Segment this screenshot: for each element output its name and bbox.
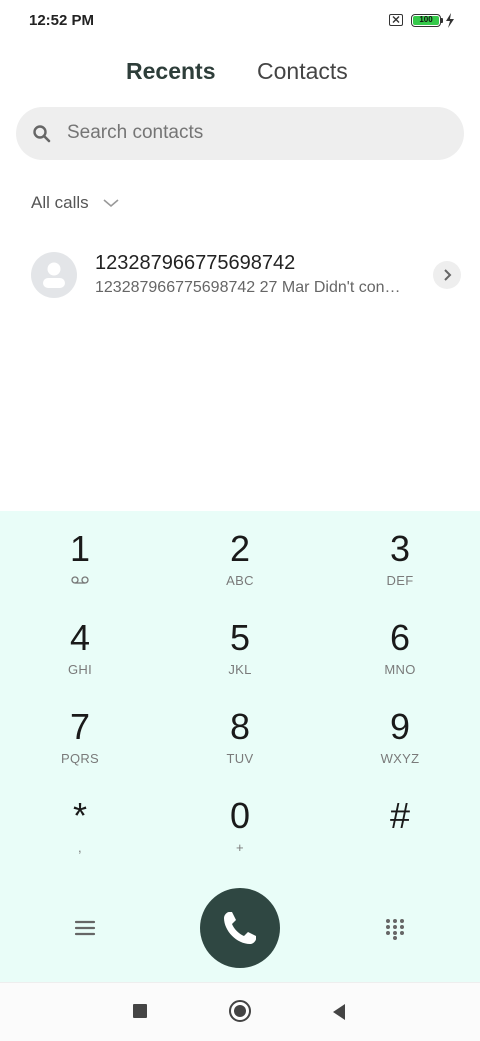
key-digit: 7 (69, 706, 91, 747)
key-digit: 2 (229, 528, 251, 569)
key-letters: , (78, 840, 82, 855)
nav-recent-apps-icon[interactable] (133, 1004, 147, 1018)
tab-contacts[interactable]: Contacts (257, 58, 348, 85)
key-0[interactable]: 0 + (160, 778, 320, 867)
key-letters: WXYZ (380, 751, 420, 766)
recent-call-name[interactable]: 123287966775698742 (95, 252, 295, 275)
tab-recents[interactable]: Recents (126, 58, 215, 85)
key-digit: # (389, 795, 411, 836)
battery-tip (441, 18, 443, 23)
key-hash[interactable]: # (320, 778, 480, 867)
key-letters: DEF (386, 573, 414, 588)
key-letters: MNO (384, 662, 416, 677)
call-details-button[interactable] (433, 261, 461, 289)
menu-icon[interactable] (74, 918, 96, 943)
dialpad-grid-icon[interactable] (385, 918, 405, 945)
chevron-down-icon[interactable] (102, 196, 120, 214)
key-letters: JKL (228, 662, 252, 677)
call-button[interactable] (200, 888, 280, 968)
charging-bolt-icon (445, 13, 455, 33)
key-7[interactable]: 7 PQRS (0, 689, 160, 778)
key-digit: 1 (69, 528, 91, 569)
key-letters: GHI (67, 662, 92, 677)
key-digit: 8 (229, 706, 251, 747)
key-9[interactable]: 9 WXYZ (320, 689, 480, 778)
call-filter-dropdown[interactable]: All calls (31, 193, 89, 213)
search-input[interactable] (67, 122, 427, 144)
status-time: 12:52 PM (29, 12, 95, 29)
avatar (31, 252, 77, 298)
key-5[interactable]: 5 JKL (160, 600, 320, 689)
chevron-right-icon (444, 269, 452, 281)
key-letters: PQRS (60, 751, 100, 766)
key-3[interactable]: 3 DEF (320, 511, 480, 600)
phone-icon (224, 912, 256, 944)
key-letters: TUV (226, 751, 254, 766)
key-star[interactable]: * , (0, 778, 160, 867)
key-digit: * (72, 795, 87, 836)
key-1[interactable]: 1 (0, 511, 160, 600)
key-digit: 5 (229, 617, 251, 658)
battery-icon: 100 (411, 14, 441, 27)
battery-level: 100 (413, 16, 439, 25)
key-8[interactable]: 8 TUV (160, 689, 320, 778)
sim-off-icon (389, 14, 403, 26)
key-letters: + (236, 840, 244, 855)
search-icon (32, 124, 52, 149)
voicemail-icon (0, 573, 160, 589)
key-digit: 9 (389, 706, 411, 747)
key-2[interactable]: 2 ABC (160, 511, 320, 600)
nav-back-icon[interactable] (331, 1003, 347, 1026)
key-digit: 0 (229, 795, 251, 836)
key-digit: 6 (389, 617, 411, 658)
key-digit: 3 (389, 528, 411, 569)
key-6[interactable]: 6 MNO (320, 600, 480, 689)
key-digit: 4 (69, 617, 91, 658)
nav-home-icon[interactable] (229, 1000, 251, 1022)
key-letters: ABC (226, 573, 254, 588)
recent-call-detail: 123287966775698742 27 Mar Didn't connect (95, 279, 405, 296)
key-4[interactable]: 4 GHI (0, 600, 160, 689)
